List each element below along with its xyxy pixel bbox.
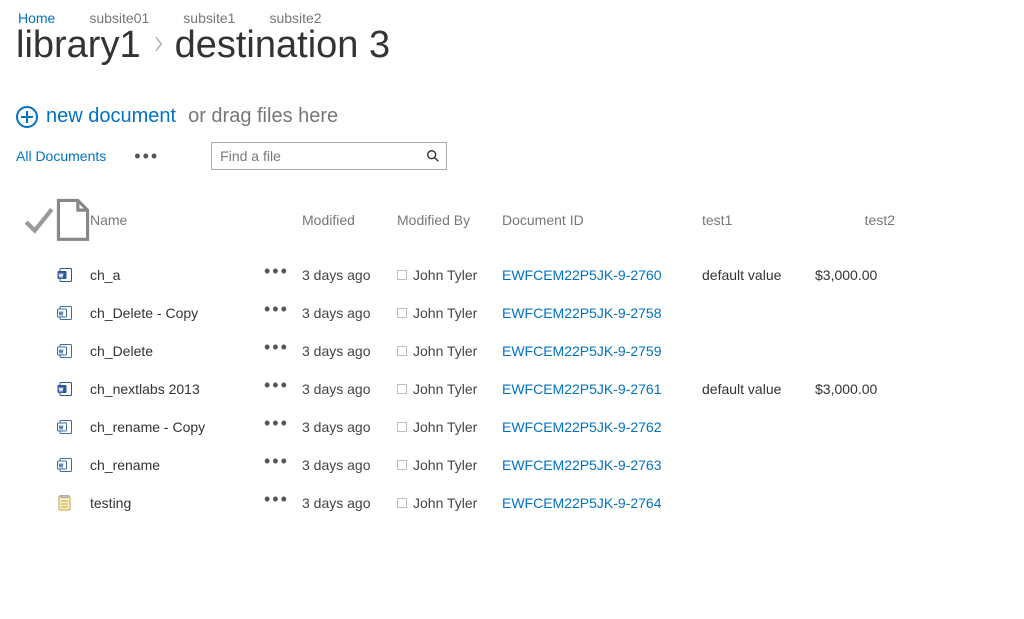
column-header-test1[interactable]: test1 <box>702 212 815 228</box>
chevron-right-icon <box>153 32 165 60</box>
table-row[interactable]: ch_a•••3 days ago John Tyler EWFCEM22P5JK-… <box>16 256 1008 294</box>
column-header-document-id[interactable]: Document ID <box>502 212 702 228</box>
modified-cell: 3 days ago <box>302 381 397 397</box>
file-type-header-icon[interactable] <box>56 198 90 242</box>
table-row[interactable]: testing•••3 days ago John Tyler EWFCEM22P5… <box>16 484 1008 522</box>
modified-cell: 3 days ago <box>302 305 397 321</box>
modified-by-cell: John Tyler <box>397 495 502 511</box>
item-menu-icon[interactable]: ••• <box>264 344 302 358</box>
modified-by-cell: John Tyler <box>397 457 502 473</box>
doc-file-icon <box>56 342 74 360</box>
test2-cell: $3,000.00 <box>815 381 895 397</box>
modified-by-name[interactable]: John Tyler <box>413 495 477 511</box>
item-menu-icon[interactable]: ••• <box>264 382 302 396</box>
document-id-cell: EWFCEM22P5JK-9-2764 <box>502 495 702 511</box>
view-all-documents[interactable]: All Documents <box>16 148 106 164</box>
modified-by-cell: John Tyler <box>397 267 502 283</box>
presence-icon <box>397 460 407 470</box>
library-title[interactable]: library1 <box>16 24 141 67</box>
file-name[interactable]: ch_rename - Copy <box>90 419 264 435</box>
modified-cell: 3 days ago <box>302 267 397 283</box>
presence-icon <box>397 346 407 356</box>
search-input[interactable] <box>211 142 447 170</box>
docx-file-icon <box>56 266 74 284</box>
new-document-hint: or drag files here <box>188 105 338 128</box>
file-name[interactable]: ch_nextlabs 2013 <box>90 381 264 397</box>
modified-cell: 3 days ago <box>302 495 397 511</box>
document-id-cell: EWFCEM22P5JK-9-2763 <box>502 457 702 473</box>
document-id-link[interactable]: EWFCEM22P5JK-9-2761 <box>502 381 662 397</box>
presence-icon <box>397 270 407 280</box>
test1-cell: default value <box>702 381 815 397</box>
presence-icon <box>397 422 407 432</box>
select-all-checkbox[interactable] <box>16 203 56 237</box>
doc-file-icon <box>56 418 74 436</box>
file-name[interactable]: ch_Delete - Copy <box>90 305 264 321</box>
test2-cell: $3,000.00 <box>815 267 895 283</box>
file-name[interactable]: testing <box>90 495 264 511</box>
test1-cell: default value <box>702 267 815 283</box>
new-document-link[interactable]: new document <box>46 105 176 128</box>
modified-by-name[interactable]: John Tyler <box>413 343 477 359</box>
table-header: Name Modified Modified By Document ID te… <box>16 198 1008 242</box>
column-header-test2[interactable]: test2 <box>815 212 895 228</box>
modified-by-name[interactable]: John Tyler <box>413 419 477 435</box>
document-id-cell: EWFCEM22P5JK-9-2759 <box>502 343 702 359</box>
modified-by-cell: John Tyler <box>397 419 502 435</box>
modified-by-cell: John Tyler <box>397 343 502 359</box>
item-menu-icon[interactable]: ••• <box>264 458 302 472</box>
document-id-link[interactable]: EWFCEM22P5JK-9-2758 <box>502 305 662 321</box>
document-id-link[interactable]: EWFCEM22P5JK-9-2762 <box>502 419 662 435</box>
file-name[interactable]: ch_a <box>90 267 264 283</box>
modified-cell: 3 days ago <box>302 419 397 435</box>
modified-by-name[interactable]: John Tyler <box>413 457 477 473</box>
note-file-icon <box>56 494 74 512</box>
modified-by-name[interactable]: John Tyler <box>413 381 477 397</box>
document-id-cell: EWFCEM22P5JK-9-2762 <box>502 419 702 435</box>
file-name[interactable]: ch_rename <box>90 457 264 473</box>
table-row[interactable]: ch_nextlabs 2013•••3 days ago John Tyler E… <box>16 370 1008 408</box>
item-menu-icon[interactable]: ••• <box>264 306 302 320</box>
doc-file-icon <box>56 456 74 474</box>
modified-by-cell: John Tyler <box>397 381 502 397</box>
column-header-name[interactable]: Name <box>90 212 264 228</box>
file-name[interactable]: ch_Delete <box>90 343 264 359</box>
search-wrap <box>211 142 447 170</box>
column-header-modified-by[interactable]: Modified By <box>397 212 502 228</box>
item-menu-icon[interactable]: ••• <box>264 420 302 434</box>
page-title-row: library1 destination 3 <box>16 24 1008 67</box>
doc-file-icon <box>56 304 74 322</box>
document-id-link[interactable]: EWFCEM22P5JK-9-2760 <box>502 267 662 283</box>
item-menu-icon[interactable]: ••• <box>264 268 302 282</box>
document-id-cell: EWFCEM22P5JK-9-2761 <box>502 381 702 397</box>
plus-icon[interactable] <box>16 106 38 128</box>
document-table: Name Modified Modified By Document ID te… <box>16 198 1008 522</box>
presence-icon <box>397 384 407 394</box>
presence-icon <box>397 308 407 318</box>
views-more-icon[interactable]: ••• <box>134 146 159 167</box>
docx-file-icon <box>56 380 74 398</box>
table-row[interactable]: ch_Delete - Copy•••3 days ago John Tyler E… <box>16 294 1008 332</box>
table-row[interactable]: ch_rename - Copy•••3 days ago John Tyler E… <box>16 408 1008 446</box>
document-id-cell: EWFCEM22P5JK-9-2760 <box>502 267 702 283</box>
column-header-modified[interactable]: Modified <box>302 212 397 228</box>
search-icon[interactable] <box>421 144 445 168</box>
views-row: All Documents ••• <box>16 142 1008 170</box>
table-rows: ch_a•••3 days agoJohn TylerEWFCEM22P5JK-… <box>16 256 1008 522</box>
modified-by-cell: John Tyler <box>397 305 502 321</box>
document-id-link[interactable]: EWFCEM22P5JK-9-2763 <box>502 457 662 473</box>
presence-icon <box>397 498 407 508</box>
table-row[interactable]: ch_rename•••3 days ago John Tyler EWFCEM22… <box>16 446 1008 484</box>
modified-cell: 3 days ago <box>302 343 397 359</box>
document-id-cell: EWFCEM22P5JK-9-2758 <box>502 305 702 321</box>
document-id-link[interactable]: EWFCEM22P5JK-9-2759 <box>502 343 662 359</box>
table-row[interactable]: ch_Delete•••3 days ago John Tyler EWFCEM22… <box>16 332 1008 370</box>
modified-by-name[interactable]: John Tyler <box>413 267 477 283</box>
item-menu-icon[interactable]: ••• <box>264 496 302 510</box>
modified-by-name[interactable]: John Tyler <box>413 305 477 321</box>
folder-title: destination 3 <box>175 24 391 67</box>
document-id-link[interactable]: EWFCEM22P5JK-9-2764 <box>502 495 662 511</box>
modified-cell: 3 days ago <box>302 457 397 473</box>
new-document-row: new document or drag files here <box>16 105 1008 128</box>
